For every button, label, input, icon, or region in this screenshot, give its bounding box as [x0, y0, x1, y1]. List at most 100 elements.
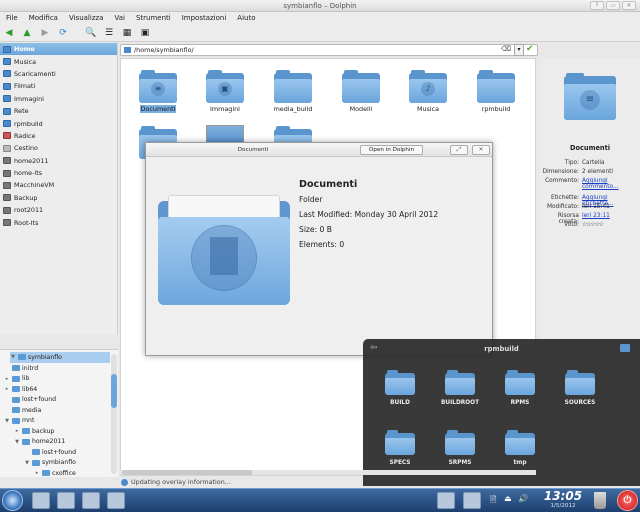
- preview-icon[interactable]: ▦: [121, 27, 133, 39]
- place-scaricamenti[interactable]: Scaricamenti: [0, 68, 117, 80]
- checkmark-icon[interactable]: ✔: [526, 44, 534, 54]
- info-icon: [121, 478, 128, 486]
- terminal-icon[interactable]: ▣: [139, 27, 151, 39]
- folder-icon: [477, 70, 515, 103]
- folderview-item-build[interactable]: BUILD: [373, 370, 427, 406]
- place-musica[interactable]: Musica: [0, 55, 117, 67]
- info-row-comment: Commento: Aggiungi commento...: [540, 178, 640, 190]
- menu-strumenti[interactable]: Strumenti: [136, 14, 171, 24]
- tree-item[interactable]: ▼ symbianflo: [10, 352, 110, 363]
- folderview-item-tmp[interactable]: tmp: [493, 430, 547, 466]
- close-icon[interactable]: ✕: [472, 145, 490, 155]
- folderview-item-sources[interactable]: SOURCES: [553, 370, 607, 406]
- up-arrow-icon[interactable]: ▲: [21, 27, 33, 39]
- folder-icon: [445, 370, 475, 395]
- folders-tree-panel: ▼ symbianflo initrd ▸ lib ▸ lib64 lost+foun…: [0, 349, 118, 477]
- place-rete[interactable]: Rete: [0, 105, 117, 117]
- status-text: Updating overlay information...: [131, 478, 231, 486]
- file-item-immagini[interactable]: ▣ Immagini: [192, 70, 258, 113]
- horizontal-scrollbar[interactable]: [120, 470, 536, 475]
- location-bar[interactable]: /home/symbianflo/: [120, 44, 538, 56]
- task-window-icon[interactable]: [107, 492, 125, 509]
- place-rpmbuild[interactable]: rpmbuild: [0, 117, 117, 129]
- folder-icon: [565, 370, 595, 395]
- tree-item[interactable]: ▼ home2011: [14, 437, 65, 448]
- file-item-musica[interactable]: ♪ Musica: [395, 70, 461, 113]
- reload-icon[interactable]: ⟳: [57, 27, 69, 39]
- tree-item[interactable]: ▸ cxoffice: [34, 468, 76, 479]
- power-icon[interactable]: ⏻: [617, 490, 638, 511]
- folderview-item-srpms[interactable]: SRPMS: [433, 430, 487, 466]
- place-radice[interactable]: Radice: [0, 130, 117, 142]
- folderview-widget-icon[interactable]: [437, 492, 455, 509]
- place-macchinevm[interactable]: MacchineVM: [0, 179, 117, 191]
- tree-item[interactable]: ▸ lib64: [4, 384, 38, 395]
- pin-icon[interactable]: ⤢: [450, 145, 468, 155]
- clock-time: 13:05: [543, 489, 583, 503]
- back-arrow-icon[interactable]: ◀: [3, 27, 15, 39]
- file-item-media-build[interactable]: media_build: [260, 70, 326, 113]
- preview-type: Folder: [299, 195, 323, 204]
- tree-scrollbar[interactable]: [111, 354, 117, 474]
- folderview-item-buildroot[interactable]: BUILDROOT: [433, 370, 487, 406]
- volume-tray-icon[interactable]: 🔊: [518, 494, 528, 503]
- tree-item[interactable]: ▼ mnt: [4, 416, 34, 427]
- desktop-widget-icon[interactable]: [463, 492, 481, 509]
- clear-location-icon[interactable]: ⌫: [501, 45, 511, 53]
- tree-item[interactable]: ▸ backup: [14, 426, 55, 437]
- help-window-button[interactable]: ?: [590, 1, 604, 10]
- maximize-window-button[interactable]: ▭: [606, 1, 620, 10]
- tree-scrollbar-thumb[interactable]: [111, 374, 117, 408]
- place-root2011[interactable]: root2011: [0, 204, 117, 216]
- menu-file[interactable]: File: [6, 14, 18, 24]
- menu-impostazioni[interactable]: Impostazioni: [182, 14, 227, 24]
- folder-documents-icon: [158, 195, 290, 307]
- folder-icon: [505, 430, 535, 455]
- folder-icon: [12, 407, 20, 414]
- tree-item[interactable]: ▸ lib: [4, 374, 30, 385]
- application-launcher-icon[interactable]: [2, 490, 23, 511]
- notes-tray-icon[interactable]: 🗎: [490, 494, 496, 508]
- task-dolphin-icon[interactable]: [32, 492, 50, 509]
- digital-clock[interactable]: 13:05 1/5/2012: [543, 489, 583, 509]
- folderview-item-rpms[interactable]: RPMS: [493, 370, 547, 406]
- location-history-dropdown[interactable]: ▾: [514, 44, 524, 56]
- eject-tray-icon[interactable]: ⏏: [504, 494, 512, 503]
- search-icon[interactable]: 🔍: [85, 27, 97, 39]
- file-item-rpmbuild[interactable]: rpmbuild: [463, 70, 529, 113]
- menu-vai[interactable]: Vai: [114, 14, 124, 24]
- place-cestino[interactable]: Cestino: [0, 142, 117, 154]
- file-item-documenti[interactable]: ≡ Documenti: [125, 70, 191, 113]
- close-window-button[interactable]: ✕: [622, 1, 636, 10]
- task-system-icon[interactable]: [57, 492, 75, 509]
- forward-arrow-icon[interactable]: ▶: [39, 27, 51, 39]
- task-settings-icon[interactable]: [82, 492, 100, 509]
- place-home[interactable]: Home: [0, 43, 117, 56]
- folderview-item-specs[interactable]: SPECS: [373, 430, 427, 466]
- menu-modifica[interactable]: Modifica: [29, 14, 58, 24]
- place-home2011[interactable]: home2011: [0, 155, 117, 167]
- view-mode-icon[interactable]: ☰: [103, 27, 115, 39]
- tree-item[interactable]: initrd: [4, 363, 38, 374]
- location-path[interactable]: /home/symbianflo/: [134, 46, 194, 54]
- file-item-modelli[interactable]: Modelli: [328, 70, 394, 113]
- place-home-lts[interactable]: home-lts: [0, 167, 117, 179]
- folder-video-icon: [3, 82, 11, 90]
- tree-item[interactable]: ▼ symbianflo: [24, 458, 76, 469]
- folder-icon: [385, 430, 415, 455]
- folder-home-icon[interactable]: [620, 344, 630, 352]
- tree-item[interactable]: media: [4, 405, 41, 416]
- place-filmati[interactable]: Filmati: [0, 80, 117, 92]
- trash-icon[interactable]: [594, 492, 606, 509]
- menu-visualizza[interactable]: Visualizza: [69, 14, 103, 24]
- open-in-dolphin-button[interactable]: Open in Dolphin: [360, 145, 424, 155]
- tree-item[interactable]: lost+found: [4, 395, 56, 406]
- horizontal-scrollbar-thumb[interactable]: [122, 470, 252, 475]
- rating-stars[interactable]: ☆☆☆☆☆: [582, 222, 640, 228]
- add-comment-link[interactable]: Aggiungi commento...: [582, 178, 640, 190]
- place-root-lts[interactable]: Root-lts: [0, 216, 117, 228]
- place-backup[interactable]: Backup: [0, 192, 117, 204]
- place-immagini[interactable]: Immagini: [0, 93, 117, 105]
- tree-item[interactable]: lost+found: [24, 447, 76, 458]
- menu-aiuto[interactable]: Aiuto: [237, 14, 255, 24]
